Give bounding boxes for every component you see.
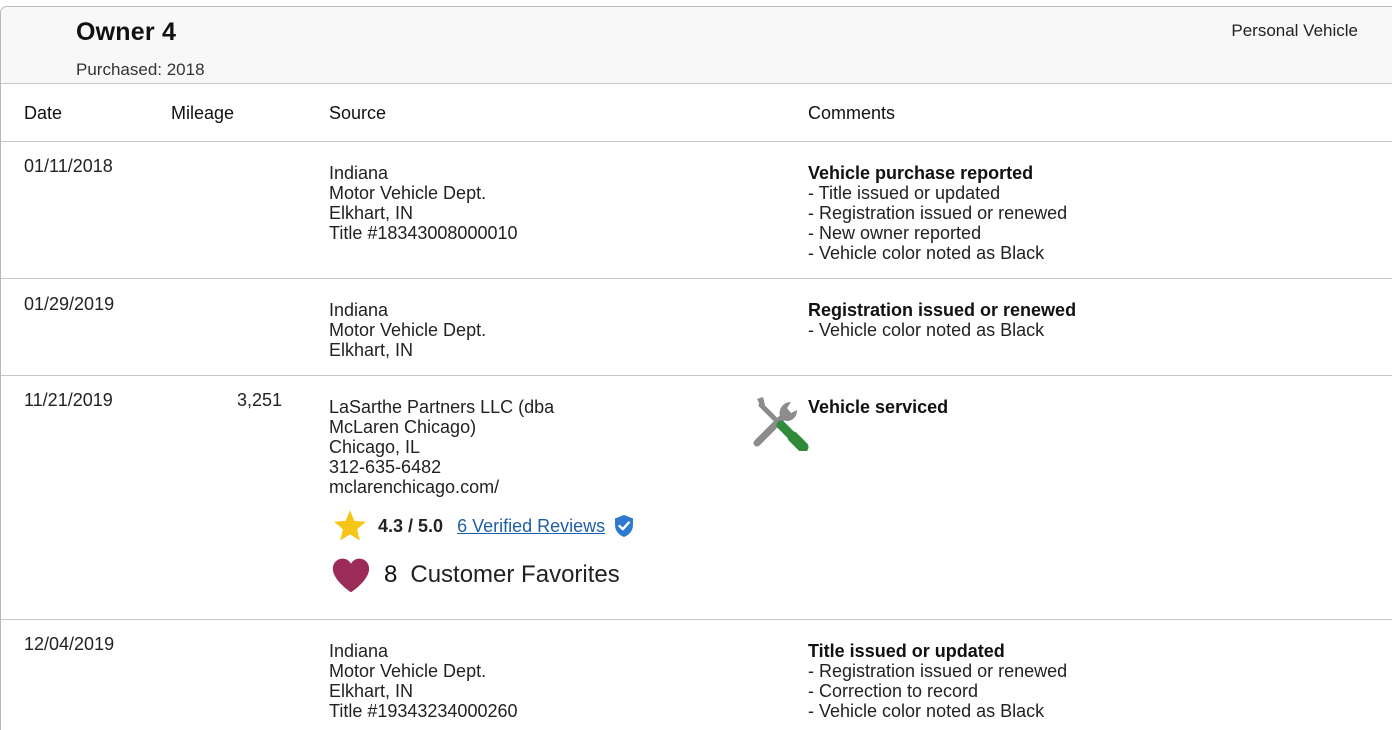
source-line: Motor Vehicle Dept. [329, 320, 487, 340]
verified-reviews-link[interactable]: 6 Verified Reviews [457, 516, 605, 536]
table-row: 01/29/2019 Indiana Motor Vehicle Dept. E… [1, 279, 1392, 376]
vehicle-type: Personal Vehicle [1231, 21, 1358, 40]
comment-line: - Correction to record [808, 681, 979, 701]
source-line: 312-635-6482 [329, 457, 442, 477]
source-line: Chicago, IL [329, 437, 421, 457]
verified-shield-icon [613, 514, 635, 538]
source-line: mclarenchicago.com/ [329, 477, 500, 497]
rating-score: 4.3 / 5.0 [378, 516, 444, 536]
comment-line: - Registration issued or renewed [808, 661, 1068, 681]
table-header: Date Mileage Source Comments [1, 83, 1392, 142]
service-tools-icon [751, 393, 809, 455]
column-source: Source [329, 103, 387, 123]
comment-title: Vehicle serviced [808, 397, 949, 417]
comment-line: - New owner reported [808, 223, 982, 243]
source-line: Title #18343008000010 [329, 223, 518, 243]
row-date: 12/04/2019 [24, 634, 115, 654]
owner-header: Owner 4 Purchased: 2018 Personal Vehicle [1, 7, 1392, 83]
source-line: Title #19343234000260 [329, 701, 518, 721]
source-line: McLaren Chicago) [329, 417, 477, 437]
row-date: 11/21/2019 [24, 390, 113, 410]
comment-title: Title issued or updated [808, 641, 1005, 661]
column-comments: Comments [808, 103, 896, 123]
row-source: LaSarthe Partners LLC (dba McLaren Chica… [329, 397, 554, 497]
comment-line: - Title issued or updated [808, 183, 1001, 203]
comment-line: - Vehicle color noted as Black [808, 701, 1045, 721]
source-line: Elkhart, IN [329, 340, 414, 360]
comment-line: - Vehicle color noted as Black [808, 320, 1045, 340]
source-line: LaSarthe Partners LLC (dba [329, 397, 555, 417]
source-line: Indiana [329, 300, 389, 320]
purchase-year: Purchased: 2018 [76, 60, 205, 79]
source-line: Motor Vehicle Dept. [329, 183, 487, 203]
dealer-rating: 4.3 / 5.0 6 Verified Reviews [332, 508, 635, 544]
star-icon [334, 510, 366, 541]
row-comments: Vehicle purchase reported - Title issued… [808, 163, 1067, 263]
favorites-count: 8 [384, 561, 398, 588]
favorites-label: Customer Favorites [410, 561, 620, 588]
owner-history-card: Owner 4 Purchased: 2018 Personal Vehicle… [0, 6, 1392, 730]
row-mileage: 3,251 [236, 390, 282, 410]
row-source: Indiana Motor Vehicle Dept. Elkhart, IN … [329, 163, 518, 243]
comment-title: Vehicle purchase reported [808, 163, 1034, 183]
table-row: 01/11/2018 Indiana Motor Vehicle Dept. E… [1, 142, 1392, 279]
customer-favorites: 8 Customer Favorites [330, 556, 620, 594]
column-date: Date [24, 103, 63, 123]
comment-title: Registration issued or renewed [808, 300, 1077, 320]
row-comments: Title issued or updated - Registration i… [808, 641, 1067, 721]
comment-line: - Registration issued or renewed [808, 203, 1068, 223]
source-line: Motor Vehicle Dept. [329, 661, 487, 681]
row-comments: Vehicle serviced [808, 397, 948, 417]
column-mileage: Mileage [171, 103, 235, 123]
row-source: Indiana Motor Vehicle Dept. Elkhart, IN [329, 300, 486, 360]
table-row: 12/04/2019 Indiana Motor Vehicle Dept. E… [1, 620, 1392, 730]
source-line: Elkhart, IN [329, 681, 414, 701]
row-comments: Registration issued or renewed - Vehicle… [808, 300, 1076, 340]
table-row: 11/21/2019 3,251 LaSarthe Partners LLC (… [1, 376, 1392, 620]
source-line: Indiana [329, 163, 389, 183]
owner-title: Owner 4 [76, 18, 177, 46]
heart-icon [332, 558, 370, 593]
row-date: 01/11/2018 [24, 156, 113, 176]
row-source: Indiana Motor Vehicle Dept. Elkhart, IN … [329, 641, 518, 721]
source-line: Indiana [329, 641, 389, 661]
source-line: Elkhart, IN [329, 203, 414, 223]
row-date: 01/29/2019 [24, 294, 115, 314]
comment-line: - Vehicle color noted as Black [808, 243, 1045, 263]
